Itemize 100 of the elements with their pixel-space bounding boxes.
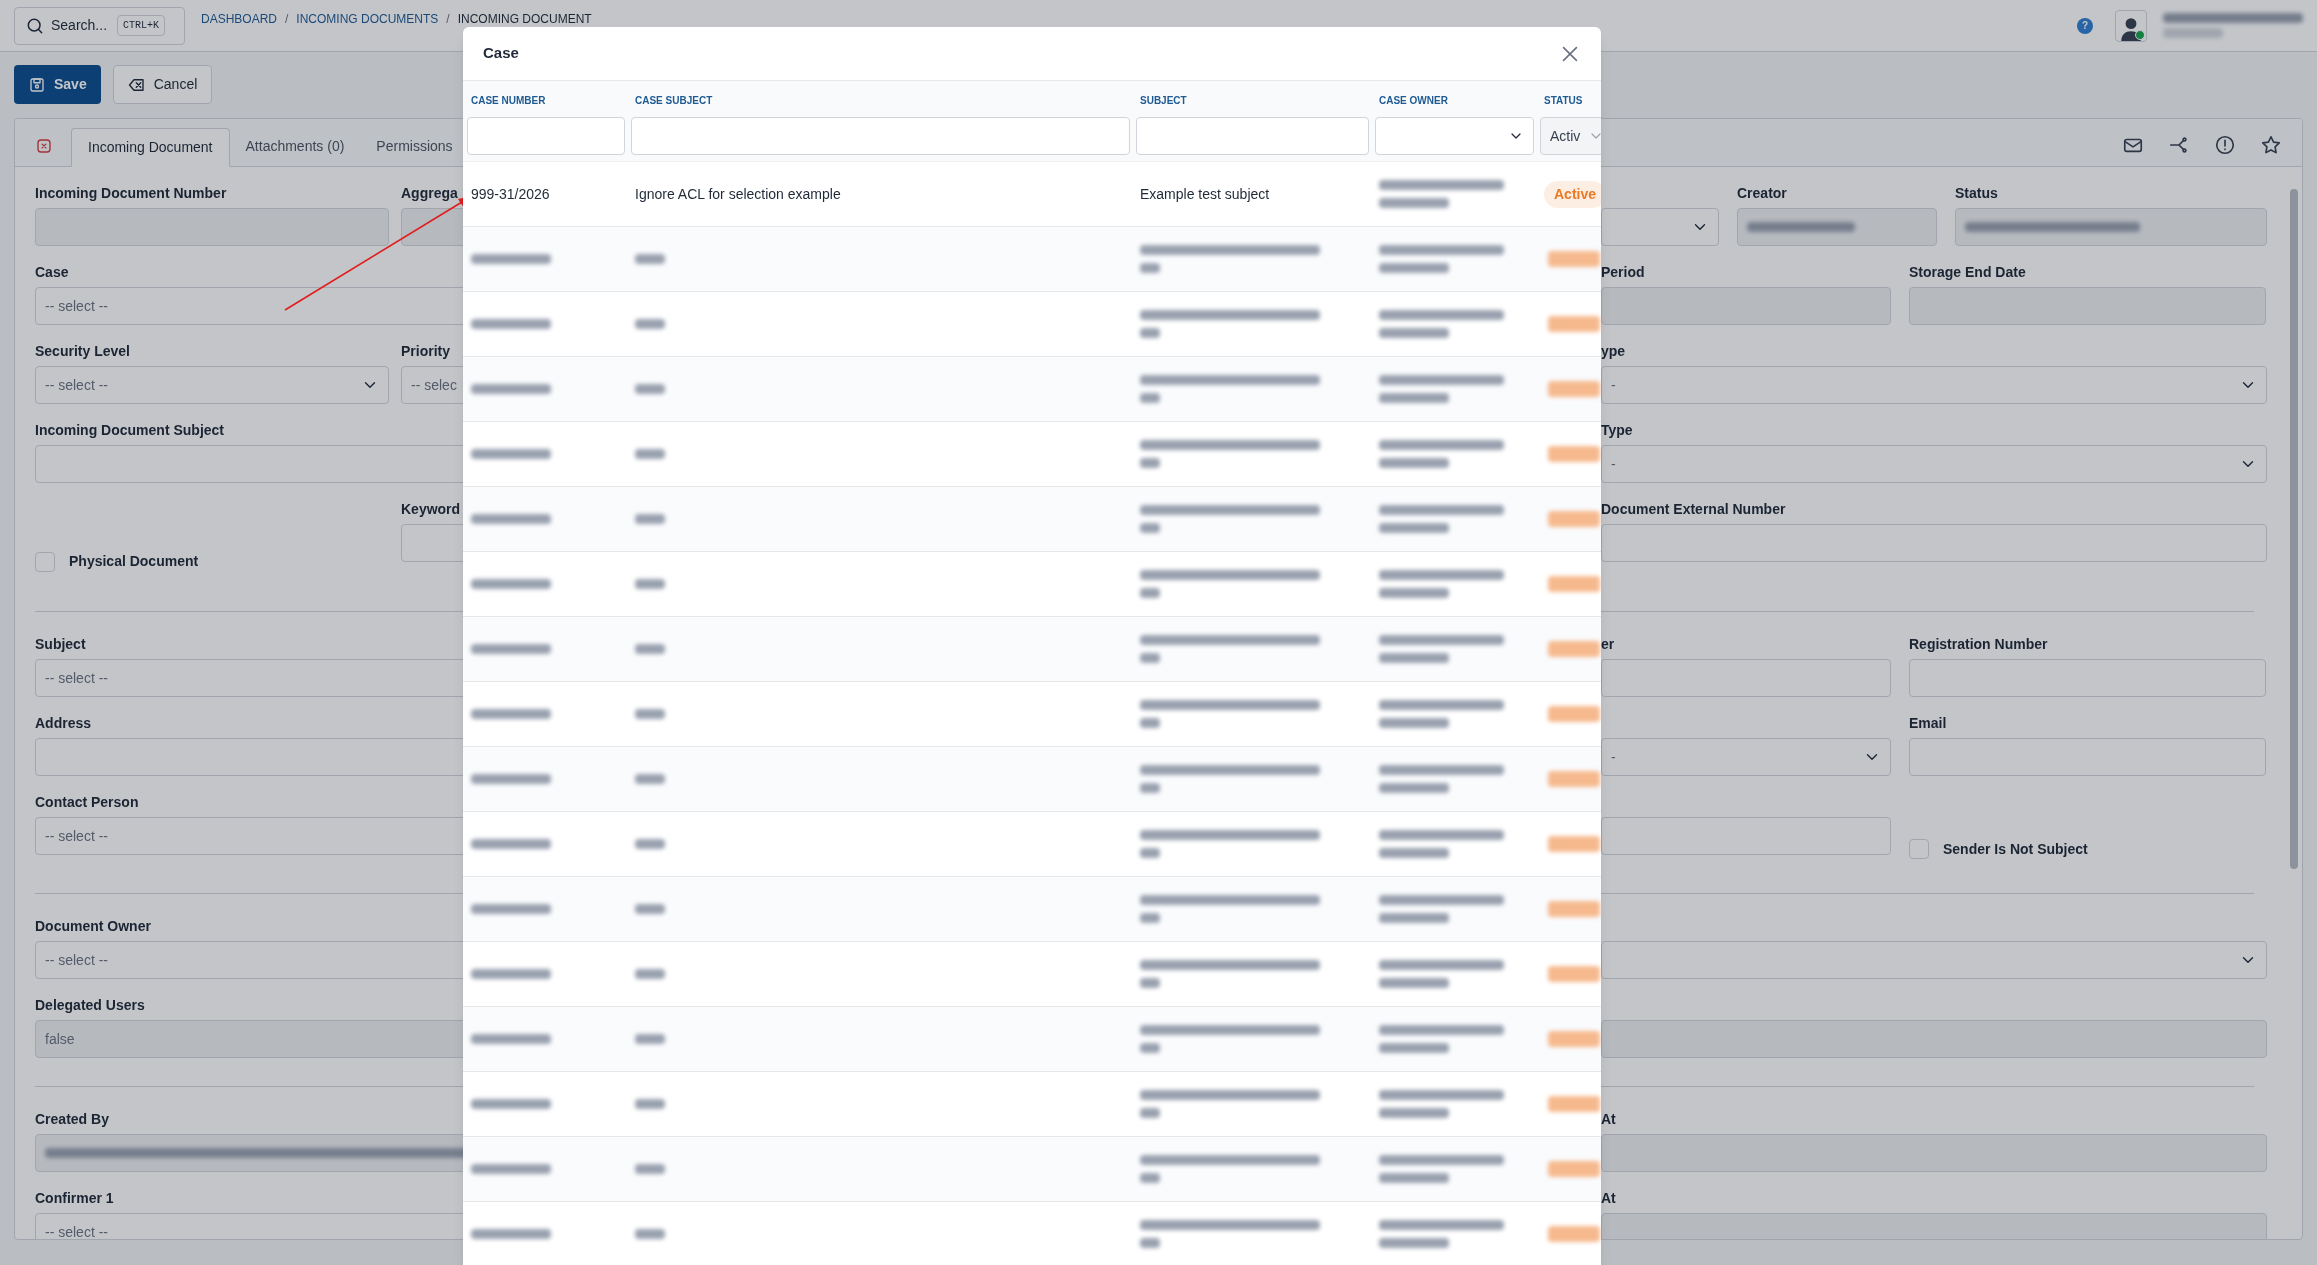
select-field[interactable]	[1601, 208, 1719, 246]
field-label: Document Owner	[35, 917, 151, 934]
avatar[interactable]	[2115, 9, 2147, 42]
redacted-status-badge	[1548, 576, 1600, 592]
breadcrumb-link[interactable]: DASHBOARD	[201, 9, 277, 28]
field-label: Period	[1601, 263, 1645, 280]
select-field[interactable]: -	[1601, 738, 1891, 776]
redacted-text	[1140, 1238, 1160, 1248]
redacted-text	[635, 709, 665, 719]
select-field[interactable]: -	[1601, 445, 2267, 483]
table-row[interactable]	[463, 812, 1601, 877]
table-cell-text: 999-31/2026	[470, 184, 551, 204]
redacted-status-badge	[1548, 316, 1600, 332]
placeholder-text: -	[1611, 747, 1616, 767]
redacted-text	[2163, 28, 2223, 38]
filter-input[interactable]	[631, 117, 1130, 155]
table-row[interactable]	[463, 357, 1601, 422]
field-label: Priority	[401, 342, 450, 359]
breadcrumb-separator: /	[285, 10, 289, 28]
field-label: Email	[1909, 714, 1947, 731]
table-cell-text: Example test subject	[1139, 184, 1271, 204]
redacted-text	[635, 449, 665, 459]
input-field[interactable]	[1909, 659, 2266, 697]
tab[interactable]: Incoming Document	[71, 128, 230, 167]
redacted-text	[1140, 848, 1160, 858]
filter-select[interactable]	[1375, 117, 1534, 155]
redacted-text	[1379, 393, 1449, 403]
field-label: Created By	[35, 1110, 109, 1127]
table-row[interactable]	[463, 1137, 1601, 1202]
field-label: Incoming Document Number	[35, 184, 227, 201]
cancel-button[interactable]: Cancel	[112, 65, 213, 104]
input-field[interactable]	[1601, 817, 1891, 855]
share-icon[interactable]	[2168, 134, 2190, 156]
table-row[interactable]	[463, 227, 1601, 292]
table-row[interactable]	[463, 1007, 1601, 1072]
breadcrumb-link[interactable]: INCOMING DOCUMENTS	[296, 9, 439, 28]
table-row[interactable]	[463, 1072, 1601, 1137]
table-row[interactable]: 999-31/2026 Ignore ACL for selection example Example test subject Active	[463, 162, 1601, 227]
field-label: Confirmer 1	[35, 1189, 114, 1206]
redacted-text	[635, 774, 665, 784]
redacted-status-badge	[1548, 836, 1600, 852]
redacted-text	[1379, 1238, 1449, 1248]
checkbox[interactable]	[35, 551, 55, 572]
redacted-text	[1379, 848, 1449, 858]
save-button[interactable]: Save	[14, 65, 101, 104]
close-tab-icon[interactable]	[35, 137, 53, 155]
select-field[interactable]: -	[1601, 366, 2267, 404]
table-row[interactable]	[463, 422, 1601, 487]
redacted-status-badge	[1548, 1161, 1600, 1177]
redacted-status-badge	[1548, 446, 1600, 462]
tab[interactable]: Attachments (0)	[229, 127, 361, 166]
field-label: Subject	[35, 635, 86, 652]
field-label: ype	[1601, 342, 1626, 359]
search-button[interactable]: Search... CTRL+K	[14, 6, 185, 45]
table-row[interactable]	[463, 617, 1601, 682]
filter-input[interactable]	[1136, 117, 1369, 155]
redacted-text	[1379, 978, 1449, 988]
select-field[interactable]: -- select --	[35, 366, 389, 404]
redacted-text	[1140, 913, 1160, 923]
table-row[interactable]	[463, 292, 1601, 357]
placeholder-text: -- select --	[45, 296, 108, 316]
field-label: Registration Number	[1909, 635, 2048, 652]
input-field[interactable]	[1601, 524, 2267, 562]
table-row[interactable]	[463, 1202, 1601, 1265]
redacted-text	[1140, 1108, 1160, 1118]
redacted-text	[635, 644, 665, 654]
redacted-text	[1140, 1043, 1160, 1053]
table-row[interactable]	[463, 877, 1601, 942]
redacted-text	[1379, 653, 1449, 663]
redacted-text	[635, 969, 665, 979]
redacted-text	[635, 904, 665, 914]
shortcut-badge: CTRL+K	[117, 15, 166, 36]
redacted-text	[1379, 1173, 1449, 1183]
redacted-text	[1379, 523, 1449, 533]
help-icon[interactable]: ?	[2077, 17, 2093, 34]
redacted-text	[1379, 913, 1449, 923]
table-row[interactable]	[463, 487, 1601, 552]
redacted-text	[1140, 1173, 1160, 1183]
field-label: Creator	[1737, 184, 1787, 201]
field-label: At	[1601, 1189, 1616, 1206]
table-row[interactable]	[463, 942, 1601, 1007]
table-row[interactable]	[463, 552, 1601, 617]
placeholder-text: -- select --	[45, 1222, 108, 1239]
star-icon[interactable]	[2260, 134, 2282, 156]
table-row[interactable]	[463, 682, 1601, 747]
select-field[interactable]	[1601, 941, 2267, 979]
filter-input[interactable]	[467, 117, 625, 155]
table-row[interactable]	[463, 747, 1601, 812]
info-icon[interactable]	[2214, 134, 2236, 156]
scrollbar-thumb[interactable]	[2290, 189, 2298, 869]
input-field[interactable]	[1601, 659, 1891, 697]
input-field[interactable]	[1909, 738, 2266, 776]
filter-select[interactable]: Activ	[1540, 117, 1601, 155]
checkbox[interactable]	[1909, 839, 1929, 859]
field-label: er	[1601, 635, 1615, 652]
redacted-text	[635, 839, 665, 849]
redacted-text	[635, 1034, 665, 1044]
redacted-text	[1140, 653, 1160, 663]
redacted-text	[1140, 978, 1160, 988]
redacted-text	[1140, 263, 1160, 273]
